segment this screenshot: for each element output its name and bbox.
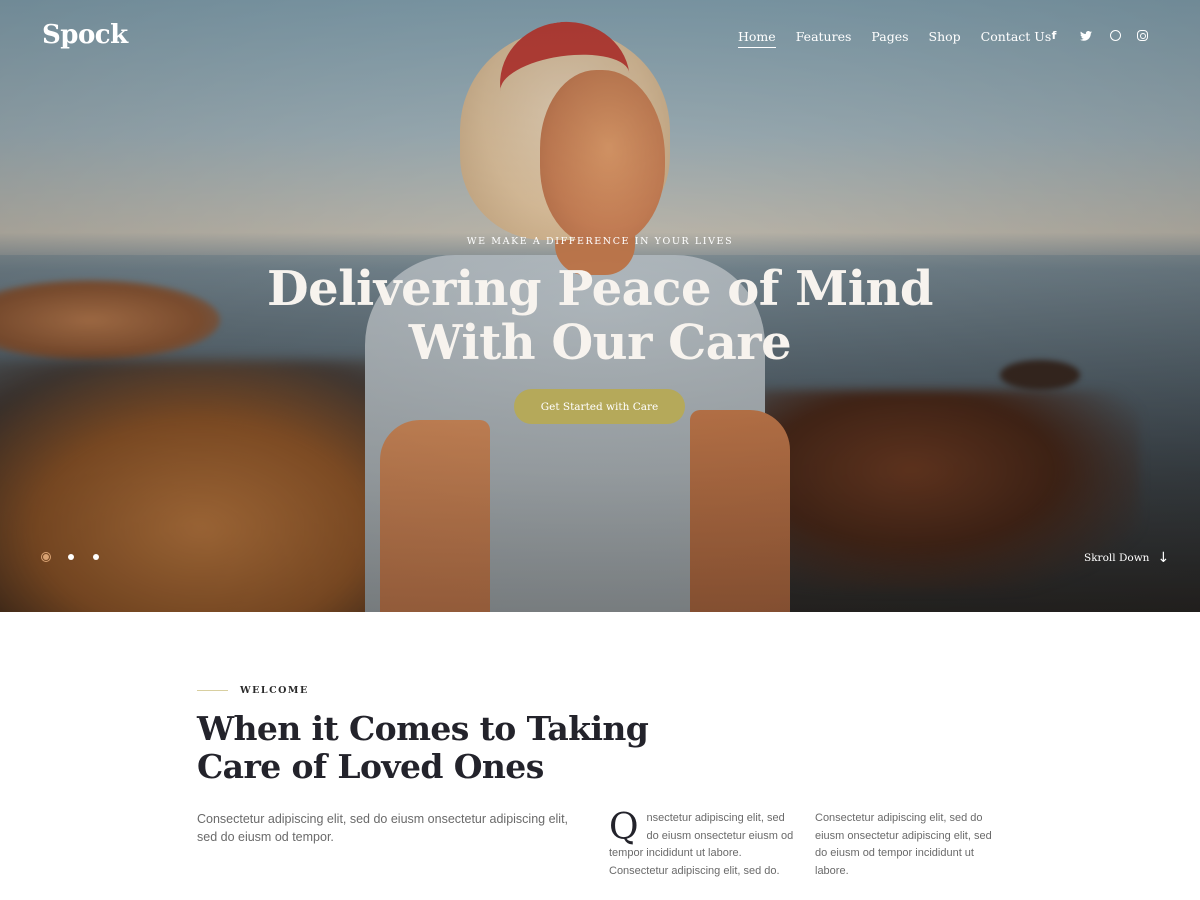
section-title: When it Comes to Taking Care of Loved On…: [197, 710, 657, 786]
section-label: WELCOME: [240, 685, 309, 696]
slider-dot-2[interactable]: [66, 552, 76, 562]
slider-dot-3[interactable]: [91, 552, 101, 562]
section-title-line: When it Comes to Taking: [197, 709, 649, 748]
hero-eyebrow: WE MAKE A DIFFERENCE IN YOUR LIVES: [466, 236, 734, 247]
dribbble-icon[interactable]: [1110, 30, 1121, 41]
nav-item-home[interactable]: Home: [738, 29, 776, 48]
facebook-icon[interactable]: f: [1046, 28, 1062, 44]
column-paragraph-2: Consectetur adipiscing elit, sed do eius…: [815, 812, 992, 878]
slider-dot-1[interactable]: [41, 552, 51, 562]
main-nav: Home Features Pages Shop Contact Us: [738, 29, 1051, 48]
intro-paragraph: Consectetur adipiscing elit, sed do eius…: [197, 812, 569, 844]
nav-item-shop[interactable]: Shop: [929, 29, 961, 48]
instagram-icon[interactable]: [1137, 30, 1148, 41]
hero-title-line: Delivering Peace of Mind: [267, 261, 933, 317]
hero-title: Delivering Peace of Mind With Our Care: [200, 262, 1000, 370]
get-started-button[interactable]: Get Started with Care: [514, 389, 685, 424]
slider-dots: [41, 552, 101, 562]
hero-title-line: With Our Care: [408, 315, 792, 371]
dropcap-paragraph: Q nsectetur adipiscing elit, sed do eius…: [609, 810, 799, 881]
scroll-down-label: Skroll Down: [1084, 552, 1150, 564]
site-logo[interactable]: Spock: [42, 20, 128, 50]
nav-item-contact-us[interactable]: Contact Us: [981, 29, 1052, 48]
social-links: f: [1046, 28, 1148, 44]
nav-item-features[interactable]: Features: [796, 29, 852, 48]
section-title-line: Care of Loved Ones: [197, 747, 544, 786]
scroll-down-link[interactable]: Skroll Down ↓: [1084, 550, 1169, 566]
nav-item-pages[interactable]: Pages: [871, 29, 908, 48]
hero-section: Spock Home Features Pages Shop Contact U…: [0, 0, 1200, 612]
dropcap-letter: Q: [609, 807, 639, 848]
section-label-divider: [197, 690, 228, 691]
arrow-down-icon: ↓: [1157, 550, 1170, 566]
twitter-icon[interactable]: [1078, 28, 1094, 44]
